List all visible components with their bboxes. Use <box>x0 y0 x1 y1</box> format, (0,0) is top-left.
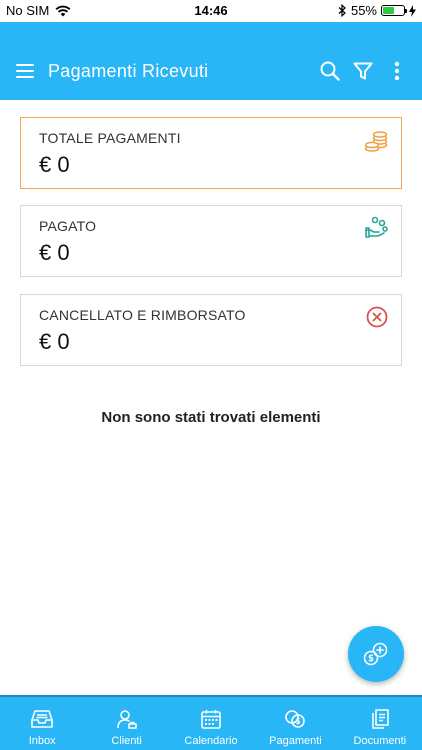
hand-coins-icon <box>365 216 388 238</box>
status-bar: No SIM 14:46 55% <box>0 0 422 22</box>
search-icon[interactable] <box>318 59 342 83</box>
total-payments-card[interactable]: TOTALE PAGAMENTI € 0 <box>20 117 402 189</box>
nav-label: Documenti <box>353 735 407 747</box>
hamburger-menu-icon[interactable] <box>16 64 34 78</box>
battery-icon <box>381 5 407 16</box>
more-vertical-icon[interactable] <box>385 59 409 83</box>
documents-icon <box>372 709 389 729</box>
bluetooth-icon <box>338 4 346 17</box>
charging-bolt-icon <box>409 4 416 17</box>
nav-label: Inbox <box>28 735 56 747</box>
bottom-nav: Inbox Clienti Calendario Pagamenti Docum… <box>0 695 422 750</box>
nav-item-clienti[interactable]: Clienti <box>84 697 168 750</box>
app-header: Pagamenti Ricevuti <box>0 22 422 100</box>
battery-fill <box>383 7 394 14</box>
calendar-icon <box>201 710 221 729</box>
clients-icon <box>116 710 137 729</box>
nav-label: Pagamenti <box>269 735 322 747</box>
page-title: Pagamenti Ricevuti <box>48 61 209 81</box>
card-label: PAGATO <box>39 218 97 234</box>
card-value: € 0 <box>39 152 70 177</box>
coins-stack-icon <box>364 131 388 152</box>
nav-label: Calendario <box>184 735 238 747</box>
add-payment-button[interactable] <box>348 626 404 682</box>
empty-state-message: Non sono stati trovati elementi <box>101 409 321 426</box>
nav-item-documenti[interactable]: Documenti <box>338 697 422 750</box>
inbox-icon <box>31 710 54 728</box>
card-value: € 0 <box>39 329 70 354</box>
battery-percent: 55% <box>350 3 377 18</box>
nav-item-calendario[interactable]: Calendario <box>169 697 253 750</box>
nav-item-pagamenti[interactable]: Pagamenti <box>253 697 337 750</box>
add-payment-icon <box>363 642 388 666</box>
card-label: CANCELLATO E RIMBORSATO <box>39 307 246 323</box>
nav-label: Clienti <box>111 735 142 747</box>
filter-icon[interactable] <box>351 59 375 83</box>
card-label: TOTALE PAGAMENTI <box>39 130 181 146</box>
cancel-circle-icon <box>366 306 388 328</box>
cancelled-refunded-card[interactable]: CANCELLATO E RIMBORSATO € 0 <box>20 294 402 366</box>
nav-item-inbox[interactable]: Inbox <box>0 697 84 750</box>
paid-card[interactable]: PAGATO € 0 <box>20 205 402 277</box>
card-value: € 0 <box>39 240 70 265</box>
payments-icon <box>285 710 306 728</box>
